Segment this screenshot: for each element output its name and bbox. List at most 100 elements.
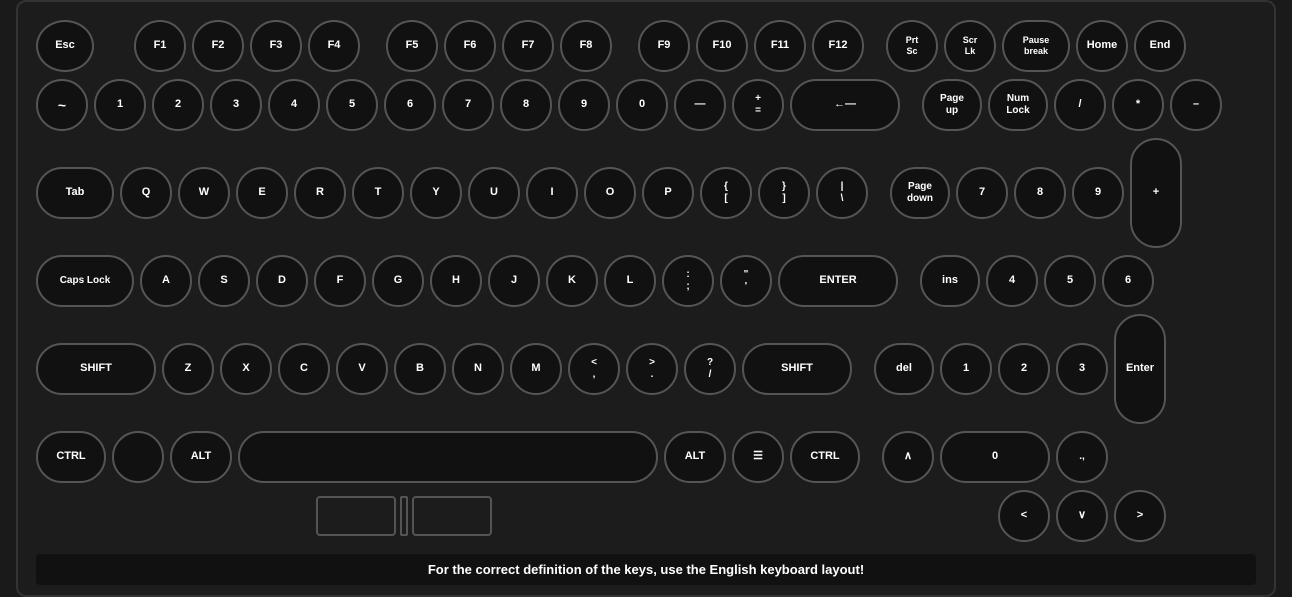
key-shift-right[interactable]: SHIFT (742, 343, 852, 395)
key-f4[interactable]: F4 (308, 20, 360, 72)
key-c[interactable]: C (278, 343, 330, 395)
key-y[interactable]: Y (410, 167, 462, 219)
key-ctrl-right[interactable]: CTRL (790, 431, 860, 483)
key-alt-left[interactable]: ALT (170, 431, 232, 483)
key-7[interactable]: 7 (442, 79, 494, 131)
key-l[interactable]: L (604, 255, 656, 307)
key-rbracket[interactable]: }] (758, 167, 810, 219)
key-s[interactable]: S (198, 255, 250, 307)
key-num-enter[interactable]: Enter (1114, 314, 1166, 424)
key-pageup[interactable]: Pageup (922, 79, 982, 131)
key-num-5[interactable]: 5 (1044, 255, 1096, 307)
key-5[interactable]: 5 (326, 79, 378, 131)
key-arrow-left[interactable]: < (998, 490, 1050, 542)
key-numlock[interactable]: NumLock (988, 79, 1048, 131)
key-4[interactable]: 4 (268, 79, 320, 131)
key-num-7[interactable]: 7 (956, 167, 1008, 219)
key-num-plus[interactable]: + (1130, 138, 1182, 248)
key-f10[interactable]: F10 (696, 20, 748, 72)
key-ctrl-left[interactable]: CTRL (36, 431, 106, 483)
key-m[interactable]: M (510, 343, 562, 395)
key-enter[interactable]: ENTER (778, 255, 898, 307)
key-r[interactable]: R (294, 167, 346, 219)
key-win[interactable] (112, 431, 164, 483)
key-f1[interactable]: F1 (134, 20, 186, 72)
key-g[interactable]: G (372, 255, 424, 307)
key-o[interactable]: O (584, 167, 636, 219)
key-f7[interactable]: F7 (502, 20, 554, 72)
key-f5[interactable]: F5 (386, 20, 438, 72)
key-b[interactable]: B (394, 343, 446, 395)
key-x[interactable]: X (220, 343, 272, 395)
touchpad-right-button[interactable] (412, 496, 492, 536)
key-f8[interactable]: F8 (560, 20, 612, 72)
key-num-slash[interactable]: / (1054, 79, 1106, 131)
key-f2[interactable]: F2 (192, 20, 244, 72)
key-t[interactable]: T (352, 167, 404, 219)
key-8[interactable]: 8 (500, 79, 552, 131)
key-alt-right[interactable]: ALT (664, 431, 726, 483)
key-3[interactable]: 3 (210, 79, 262, 131)
key-p[interactable]: P (642, 167, 694, 219)
key-arrow-down[interactable]: ∨ (1056, 490, 1108, 542)
key-equals[interactable]: += (732, 79, 784, 131)
key-scrlk[interactable]: ScrLk (944, 20, 996, 72)
key-backslash[interactable]: |\ (816, 167, 868, 219)
key-u[interactable]: U (468, 167, 520, 219)
key-num-asterisk[interactable]: * (1112, 79, 1164, 131)
key-num-8[interactable]: 8 (1014, 167, 1066, 219)
key-del[interactable]: del (874, 343, 934, 395)
key-k[interactable]: K (546, 255, 598, 307)
key-semicolon[interactable]: :; (662, 255, 714, 307)
key-comma[interactable]: <, (568, 343, 620, 395)
key-f12[interactable]: F12 (812, 20, 864, 72)
key-shift-left[interactable]: SHIFT (36, 343, 156, 395)
key-0[interactable]: 0 (616, 79, 668, 131)
key-num-3[interactable]: 3 (1056, 343, 1108, 395)
key-home[interactable]: Home (1076, 20, 1128, 72)
key-num-9[interactable]: 9 (1072, 167, 1124, 219)
key-arrow-right[interactable]: > (1114, 490, 1166, 542)
key-menu[interactable]: ☰ (732, 431, 784, 483)
key-num-6[interactable]: 6 (1102, 255, 1154, 307)
key-i[interactable]: I (526, 167, 578, 219)
key-caret[interactable]: ∧ (882, 431, 934, 483)
key-esc[interactable]: Esc (36, 20, 94, 72)
key-backtick[interactable]: ~ (36, 79, 88, 131)
key-f6[interactable]: F6 (444, 20, 496, 72)
key-end[interactable]: End (1134, 20, 1186, 72)
key-slash[interactable]: ?/ (684, 343, 736, 395)
key-j[interactable]: J (488, 255, 540, 307)
key-f11[interactable]: F11 (754, 20, 806, 72)
key-prtsc[interactable]: PrtSc (886, 20, 938, 72)
key-h[interactable]: H (430, 255, 482, 307)
touchpad-left-button[interactable] (316, 496, 396, 536)
key-period[interactable]: >. (626, 343, 678, 395)
key-quote[interactable]: "' (720, 255, 772, 307)
key-space[interactable] (238, 431, 658, 483)
key-v[interactable]: V (336, 343, 388, 395)
key-num-minus[interactable]: – (1170, 79, 1222, 131)
key-w[interactable]: W (178, 167, 230, 219)
key-minus[interactable]: — (674, 79, 726, 131)
key-capslock[interactable]: Caps Lock (36, 255, 134, 307)
key-tab[interactable]: Tab (36, 167, 114, 219)
key-z[interactable]: Z (162, 343, 214, 395)
key-f3[interactable]: F3 (250, 20, 302, 72)
key-backspace[interactable]: ←— (790, 79, 900, 131)
key-pagedown[interactable]: Pagedown (890, 167, 950, 219)
touchpad-center-button[interactable] (400, 496, 408, 536)
key-f[interactable]: F (314, 255, 366, 307)
key-num-0[interactable]: 0 (940, 431, 1050, 483)
key-num-2[interactable]: 2 (998, 343, 1050, 395)
key-ins[interactable]: ins (920, 255, 980, 307)
key-d[interactable]: D (256, 255, 308, 307)
key-1[interactable]: 1 (94, 79, 146, 131)
key-num-1[interactable]: 1 (940, 343, 992, 395)
key-9[interactable]: 9 (558, 79, 610, 131)
key-n[interactable]: N (452, 343, 504, 395)
key-num-4[interactable]: 4 (986, 255, 1038, 307)
key-6[interactable]: 6 (384, 79, 436, 131)
key-f9[interactable]: F9 (638, 20, 690, 72)
key-e[interactable]: E (236, 167, 288, 219)
